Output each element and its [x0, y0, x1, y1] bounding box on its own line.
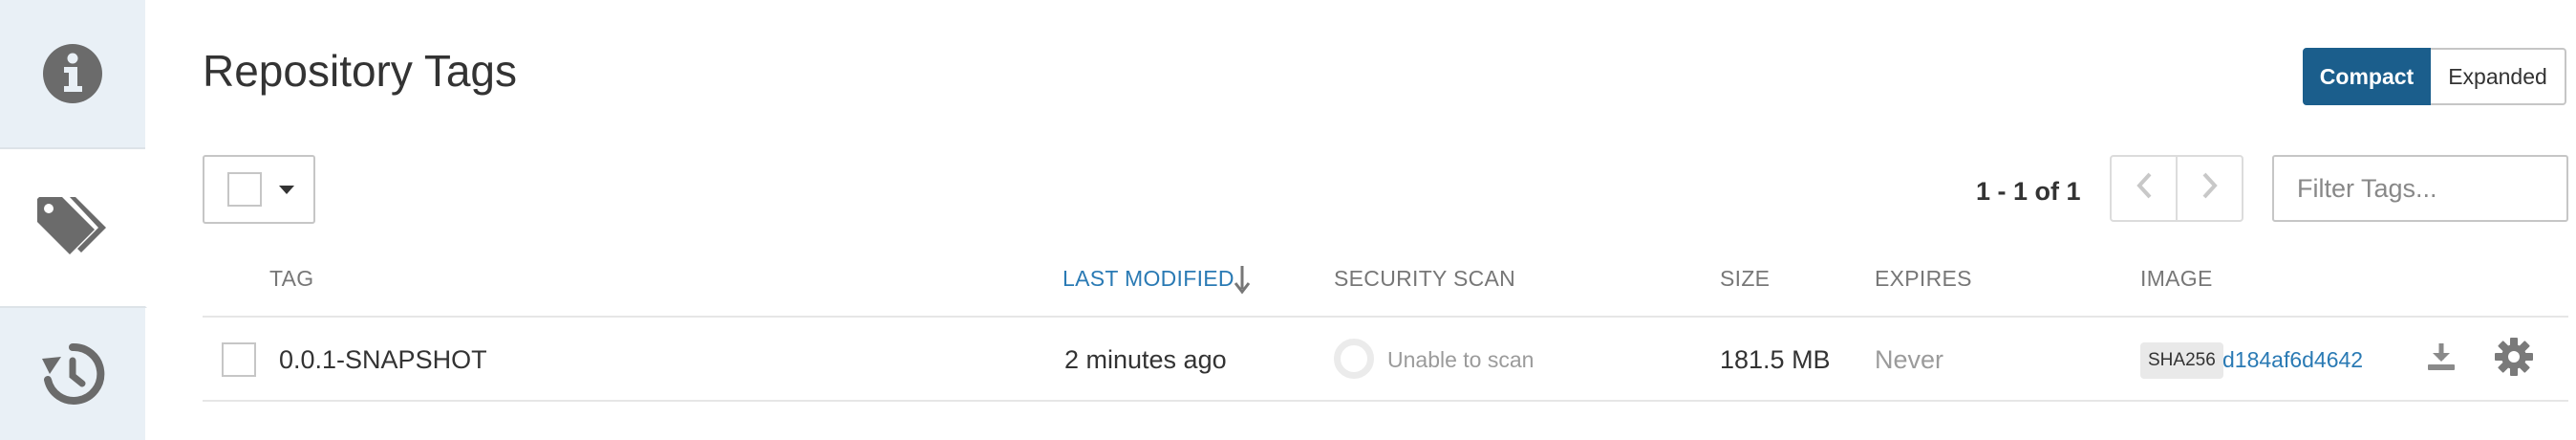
column-header-image[interactable]: IMAGE — [2140, 264, 2213, 293]
scan-status-icon — [1334, 339, 1374, 379]
compact-view-button[interactable]: Compact — [2303, 48, 2431, 105]
chevron-left-icon — [2136, 168, 2153, 209]
expires-value: Never — [1875, 345, 1944, 374]
history-icon — [40, 341, 105, 407]
download-icon[interactable] — [2425, 341, 2458, 378]
select-all-dropdown[interactable] — [203, 155, 315, 224]
table-header-divider — [203, 316, 2568, 318]
sidebar-tab-tags[interactable] — [0, 149, 147, 308]
view-mode-toggle: Compact Expanded — [2303, 48, 2566, 105]
page-title: Repository Tags — [203, 46, 517, 96]
digest-algo-badge: SHA256 — [2140, 342, 2223, 379]
previous-page-button[interactable] — [2112, 157, 2178, 220]
sort-descending-icon — [1233, 264, 1252, 295]
last-modified-value: 2 minutes ago — [1064, 345, 1227, 374]
column-header-expires[interactable]: EXPIRES — [1875, 264, 1972, 293]
expanded-view-button[interactable]: Expanded — [2431, 48, 2566, 105]
column-header-last-modified[interactable]: LAST MODIFIED — [1063, 264, 1234, 293]
row-checkbox[interactable] — [222, 342, 256, 377]
sidebar-tab-history[interactable] — [0, 308, 145, 440]
chevron-right-icon — [2201, 168, 2219, 209]
caret-down-icon — [279, 185, 294, 194]
tags-icon — [33, 193, 112, 262]
security-scan-status: Unable to scan — [1387, 347, 1535, 372]
column-header-security-scan[interactable]: SECURITY SCAN — [1334, 264, 1515, 293]
sidebar-tab-info[interactable] — [0, 0, 145, 149]
size-value: 181.5 MB — [1720, 345, 1831, 374]
column-header-size[interactable]: SIZE — [1720, 264, 1770, 293]
image-digest-link[interactable]: d184af6d4642 — [2222, 344, 2363, 375]
table-row-divider — [203, 400, 2568, 402]
pagination-count: 1 - 1 of 1 — [1976, 177, 2081, 206]
column-header-tag[interactable]: TAG — [269, 264, 313, 293]
gear-icon[interactable] — [2494, 337, 2534, 382]
select-all-checkbox[interactable] — [227, 172, 262, 207]
next-page-button[interactable] — [2178, 157, 2242, 220]
sidebar — [0, 0, 147, 440]
filter-tags-input[interactable] — [2272, 155, 2568, 222]
tag-name[interactable]: 0.0.1-SNAPSHOT — [279, 342, 487, 377]
pagination-controls — [2110, 155, 2243, 222]
info-circle-icon — [41, 42, 104, 105]
